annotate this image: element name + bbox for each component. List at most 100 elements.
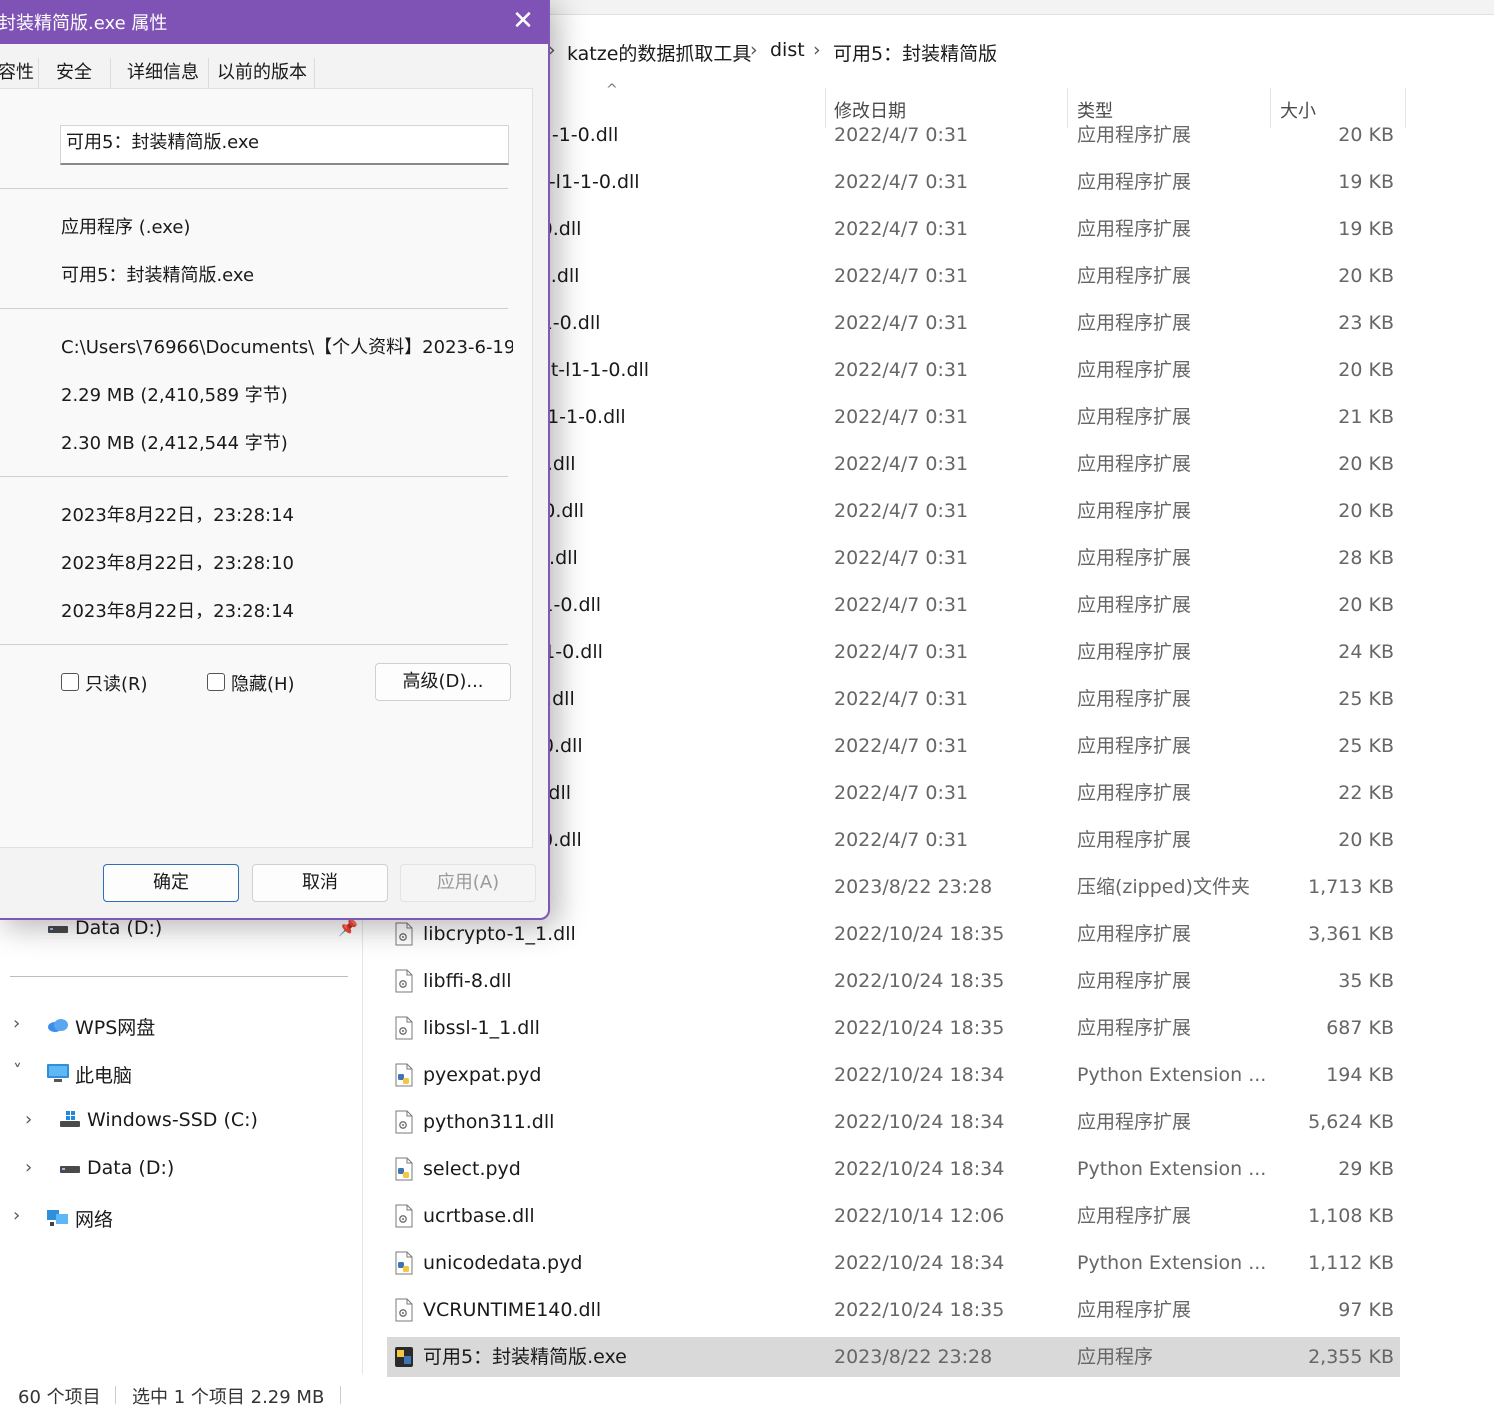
drive-icon — [48, 926, 68, 933]
dll-file-icon — [395, 969, 413, 993]
advanced-button[interactable]: 高级(D)... — [375, 663, 511, 701]
table-row[interactable]: python311.dll 2022/10/24 18:34 应用程序扩展 5,624… — [387, 1102, 1400, 1142]
table-row[interactable]: ucrtbase.dll 2022/10/14 12:06 应用程序扩展 1,108 … — [387, 1196, 1400, 1236]
table-row[interactable]: libssl-1_1.dll 2022/10/24 18:35 应用程序扩展 687 … — [387, 1008, 1400, 1048]
tab-previous-versions[interactable]: 以前的版本 — [217, 58, 307, 88]
file-type: 应用程序 — [1077, 1346, 1154, 1368]
file-size: 20 KB — [1338, 359, 1394, 381]
table-row[interactable]: unicodedata.pyd 2022/10/24 18:34 Python Ex… — [387, 1243, 1400, 1283]
table-row[interactable]: libcrypto-1_1.dll 2022/10/24 18:35 应用程序扩展 3… — [387, 914, 1400, 954]
breadcrumb-separator: › — [750, 39, 758, 61]
tab-divider — [314, 58, 315, 88]
file-name: select.pyd — [423, 1158, 521, 1180]
network-icon — [47, 1210, 68, 1226]
file-date: 2023/8/22 23:28 — [834, 876, 993, 898]
hidden-label[interactable]: 隐藏(H) — [231, 670, 295, 696]
breadcrumb[interactable]: › katze的数据抓取工具 › dist › 可用5：封装精简版 — [545, 28, 1494, 76]
file-type-value: 应用程序 (.exe) — [61, 217, 191, 238]
filename-input[interactable]: 可用5：封装精简版.exe — [60, 125, 509, 165]
chevron-down-icon[interactable]: ˅ — [13, 1061, 22, 1082]
file-type: 应用程序扩展 — [1077, 312, 1192, 334]
file-date: 2022/4/7 0:31 — [834, 829, 969, 851]
file-size: 35 KB — [1338, 970, 1394, 992]
file-type: 应用程序扩展 — [1077, 1299, 1192, 1321]
sidebar-item[interactable]: › Windows-SSD (C:) — [0, 1099, 362, 1143]
python-file-icon — [395, 1157, 413, 1181]
breadcrumb-item-current[interactable]: 可用5：封装精简版 — [833, 39, 997, 66]
size-on-disk-value: 2.30 MB (2,412,544 字节) — [61, 433, 288, 454]
table-row[interactable]: libffi-8.dll 2022/10/24 18:35 应用程序扩展 35 KB — [387, 961, 1400, 1001]
file-name: python311.dll — [423, 1111, 555, 1133]
chevron-right-icon[interactable]: › — [13, 1013, 20, 1034]
nav-pane-divider[interactable] — [362, 914, 363, 1374]
chevron-right-icon[interactable]: › — [25, 1109, 32, 1130]
dialog-titlebar[interactable]: 封装精简版.exe 属性 ✕ — [0, 0, 548, 44]
file-size: 24 KB — [1338, 641, 1394, 663]
file-size: 20 KB — [1338, 265, 1394, 287]
file-type: 应用程序扩展 — [1077, 171, 1192, 193]
chevron-right-icon[interactable]: › — [13, 1205, 20, 1226]
cancel-button[interactable]: 取消 — [252, 864, 388, 902]
file-date: 2022/4/7 0:31 — [834, 688, 969, 710]
ok-button[interactable]: 确定 — [103, 864, 239, 902]
file-name: 可用5：封装精简版.exe — [423, 1346, 627, 1368]
dll-file-icon — [395, 1204, 413, 1228]
nav-divider — [10, 976, 348, 977]
file-date: 2022/10/24 18:34 — [834, 1111, 1005, 1133]
file-date: 2022/10/24 18:35 — [834, 1299, 1005, 1321]
sidebar-item[interactable]: ˅ 此电脑 — [0, 1051, 362, 1095]
breadcrumb-item-katze[interactable]: katze的数据抓取工具 — [567, 39, 751, 66]
status-item-count: 60 个项目 — [18, 1387, 101, 1408]
file-type: 应用程序扩展 — [1077, 218, 1192, 240]
file-date: 2022/4/7 0:31 — [834, 406, 969, 428]
file-name: libffi-8.dll — [423, 970, 512, 992]
tab-details[interactable]: 详细信息 — [127, 58, 199, 88]
file-type: 应用程序扩展 — [1077, 406, 1192, 428]
file-name: unicodedata.pyd — [423, 1252, 583, 1274]
file-size: 23 KB — [1338, 312, 1394, 334]
file-size: 25 KB — [1338, 688, 1394, 710]
file-size: 194 KB — [1326, 1064, 1394, 1086]
file-size: 22 KB — [1338, 782, 1394, 804]
table-row[interactable]: pyexpat.pyd 2022/10/24 18:34 Python Extens… — [387, 1055, 1400, 1095]
file-date: 2022/4/7 0:31 — [834, 782, 969, 804]
hidden-checkbox[interactable] — [207, 673, 225, 691]
status-divider — [115, 1386, 116, 1404]
file-date: 2022/10/24 18:34 — [834, 1158, 1005, 1180]
tab-divider — [110, 58, 111, 88]
sidebar-item[interactable]: › WPS网盘 — [0, 1003, 362, 1047]
column-divider[interactable] — [1405, 88, 1406, 128]
chevron-right-icon[interactable]: › — [25, 1157, 32, 1178]
file-date: 2023/8/22 23:28 — [834, 1346, 993, 1368]
table-row[interactable]: select.pyd 2022/10/24 18:34 Python Extensi… — [387, 1149, 1400, 1189]
readonly-checkbox[interactable] — [61, 673, 79, 691]
file-type: 应用程序扩展 — [1077, 735, 1192, 757]
size-value: 2.29 MB (2,410,589 字节) — [61, 385, 288, 406]
file-date: 2022/10/24 18:35 — [834, 1017, 1005, 1039]
file-date: 2022/4/7 0:31 — [834, 124, 969, 146]
file-type: 应用程序扩展 — [1077, 923, 1192, 945]
readonly-label[interactable]: 只读(R) — [85, 670, 148, 696]
python-file-icon — [395, 1063, 413, 1087]
apply-button[interactable]: 应用(A) — [400, 864, 536, 902]
close-icon[interactable]: ✕ — [504, 4, 542, 38]
file-date: 2022/4/7 0:31 — [834, 594, 969, 616]
file-type: 应用程序扩展 — [1077, 782, 1192, 804]
sidebar-item[interactable]: › 网络 — [0, 1195, 362, 1239]
table-row[interactable]: VCRUNTIME140.dll 2022/10/24 18:35 应用程序扩展 97… — [387, 1290, 1400, 1330]
explorer-top-strip — [545, 0, 1494, 15]
file-date: 2022/4/7 0:31 — [834, 359, 969, 381]
description-value: 可用5：封装精简版.exe — [61, 265, 255, 286]
file-type: 应用程序扩展 — [1077, 641, 1192, 663]
sidebar-item[interactable]: › Data (D:) — [0, 1147, 362, 1191]
tab-security[interactable]: 安全 — [56, 58, 92, 88]
sort-chevron-icon: ^ — [606, 82, 618, 98]
location-value: C:\Users\76966\Documents\【个人资料】2023-6-19… — [61, 337, 513, 358]
file-size: 20 KB — [1338, 453, 1394, 475]
file-date: 2022/4/7 0:31 — [834, 735, 969, 757]
table-row[interactable]: 可用5：封装精简版.exe 2023/8/22 23:28 应用程序 2,355 KB — [387, 1337, 1400, 1377]
file-type: 压缩(zipped)文件夹 — [1077, 876, 1250, 898]
sidebar-item-label: Data (D:) — [75, 917, 163, 939]
breadcrumb-item-dist[interactable]: dist — [770, 39, 805, 61]
tab-compatibility[interactable]: 容性 — [0, 58, 34, 88]
